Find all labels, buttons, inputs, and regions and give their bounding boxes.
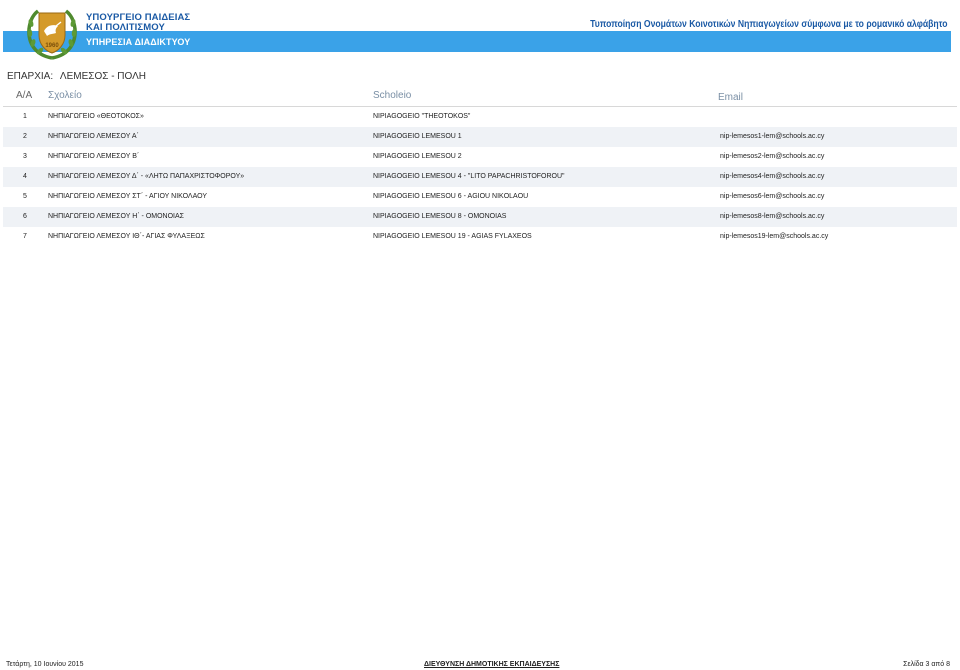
cell-aa: 7 [23,233,27,240]
report-page: 1960 ΥΠΟΥΡΓΕΙΟ ΠΑΙΔΕΙΑΣ ΚΑΙ ΠΟΛΙΤΙΣΜΟΥ Υ… [0,0,960,670]
cell-school: ΝΗΠΙΑΓΩΓΕΙΟ ΛΕΜΕΣΟΥ ΣΤ΄ - ΑΓΙΟΥ ΝΙΚΟΛΑΟΥ [48,193,208,200]
cell-aa: 2 [23,133,27,140]
service-name: ΥΠΗΡΕΣΙΑ ΔΙΑΔΙΚΤΥΟΥ [86,37,191,47]
cell-scholeio: NIPIAGOGEIO LEMESOU 19 - AGIAS FYLAXEOS [373,233,532,240]
column-header-email: Email [718,92,744,103]
cell-email[interactable]: nip-lemesos6-lem@schools.ac.cy [720,193,824,200]
column-header-school: Σχολείο [48,90,82,101]
column-header-aa: Α/Α [16,90,33,101]
table-row: 1 ΝΗΠΙΑΓΩΓΕΙΟ «ΘΕΟΤΟΚΟΣ» NIPIAGOGEIO "TH… [3,107,957,127]
cell-school: ΝΗΠΙΑΓΩΓΕΙΟ «ΘΕΟΤΟΚΟΣ» [48,113,144,120]
column-header-scholeio: Scholeio [373,90,412,101]
table-row: 6 ΝΗΠΙΑΓΩΓΕΙΟ ΛΕΜΕΣΟΥ Η΄ - ΟΜΟΝΟΙΑΣ NIPI… [3,207,957,227]
schools-table: Α/Α Σχολείο Scholeio Email 1 ΝΗΠΙΑΓΩΓΕΙΟ… [3,85,957,247]
cyprus-coat-of-arms-icon: 1960 [27,9,77,60]
report-header: 1960 ΥΠΟΥΡΓΕΙΟ ΠΑΙΔΕΙΑΣ ΚΑΙ ΠΟΛΙΤΙΣΜΟΥ Υ… [0,0,960,62]
cell-school: ΝΗΠΙΑΓΩΓΕΙΟ ΛΕΜΕΣΟΥ Η΄ - ΟΜΟΝΟΙΑΣ [48,213,184,220]
cell-scholeio: NIPIAGOGEIO LEMESOU 6 - AGIOU NIKOLAOU [373,193,529,200]
document-title: Τυποποίηση Ονομάτων Κοινοτικών Νηπιαγωγε… [590,19,948,30]
cell-aa: 6 [23,213,27,220]
cell-scholeio: NIPIAGOGEIO LEMESOU 4 - "LITO PAPACHRIST… [373,173,565,180]
cell-email[interactable]: nip-lemesos19-lem@schools.ac.cy [720,233,828,240]
svg-text:1960: 1960 [45,43,59,49]
district-label-value: ΛΕΜΕΣΟΣ - ΠΟΛΗ [59,71,147,82]
cell-aa: 4 [23,173,27,180]
table-header: Α/Α Σχολείο Scholeio Email [3,85,957,107]
cell-email[interactable]: nip-lemesos2-lem@schools.ac.cy [720,153,824,160]
cell-school: ΝΗΠΙΑΓΩΓΕΙΟ ΛΕΜΕΣΟΥ Β΄ [48,153,140,160]
cell-aa: 3 [23,153,27,160]
cell-email[interactable]: nip-lemesos1-lem@schools.ac.cy [720,133,824,140]
cell-email[interactable]: nip-lemesos4-lem@schools.ac.cy [720,173,824,180]
cell-school: ΝΗΠΙΑΓΩΓΕΙΟ ΛΕΜΕΣΟΥ Α΄ [48,133,139,140]
report-footer: Τετάρτη, 10 Ιουνίου 2015 ΔΙΕΥΘΥΝΣΗ ΔΗΜΟΤ… [0,660,960,670]
district-label: ΕΠΑΡΧΙΑ: ΛΕΜΕΣΟΣ - ΠΟΛΗ [7,71,146,82]
cell-scholeio: NIPIAGOGEIO LEMESOU 8 - OMONOIAS [373,213,507,220]
cell-email[interactable]: nip-lemesos8-lem@schools.ac.cy [720,213,824,220]
cell-scholeio: NIPIAGOGEIO LEMESOU 2 [373,153,462,160]
ministry-name-line2: ΚΑΙ ΠΟΛΙΤΙΣΜΟΥ [86,22,165,33]
district-label-key: ΕΠΑΡΧΙΑ: [7,71,54,82]
table-row: 5 ΝΗΠΙΑΓΩΓΕΙΟ ΛΕΜΕΣΟΥ ΣΤ΄ - ΑΓΙΟΥ ΝΙΚΟΛΑ… [3,187,957,207]
cell-scholeio: NIPIAGOGEIO LEMESOU 1 [373,133,462,140]
table-row: 2 ΝΗΠΙΑΓΩΓΕΙΟ ΛΕΜΕΣΟΥ Α΄ NIPIAGOGEIO LEM… [3,127,957,147]
footer-date: Τετάρτη, 10 Ιουνίου 2015 [6,661,84,668]
table-row: 3 ΝΗΠΙΑΓΩΓΕΙΟ ΛΕΜΕΣΟΥ Β΄ NIPIAGOGEIO LEM… [3,147,957,167]
cell-aa: 5 [23,193,27,200]
table-row: 7 ΝΗΠΙΑΓΩΓΕΙΟ ΛΕΜΕΣΟΥ ΙΘ΄- ΑΓΙΑΣ ΦΥΛΑΞΕΩ… [3,227,957,247]
cell-aa: 1 [23,113,27,120]
table-row: 4 ΝΗΠΙΑΓΩΓΕΙΟ ΛΕΜΕΣΟΥ Δ΄ - «ΛΗΤΩ ΠΑΠΑΧΡΙ… [3,167,957,187]
cell-school: ΝΗΠΙΑΓΩΓΕΙΟ ΛΕΜΕΣΟΥ ΙΘ΄- ΑΓΙΑΣ ΦΥΛΑΞΕΩΣ [48,233,205,240]
cell-scholeio: NIPIAGOGEIO "THEOTOKOS" [373,113,471,120]
cell-school: ΝΗΠΙΑΓΩΓΕΙΟ ΛΕΜΕΣΟΥ Δ΄ - «ΛΗΤΩ ΠΑΠΑΧΡΙΣΤ… [48,173,245,180]
footer-department: ΔΙΕΥΘΥΝΣΗ ΔΗΜΟΤΙΚΗΣ ΕΚΠΑΙΔΕΥΣΗΣ [424,661,560,668]
footer-page-number: Σελίδα 3 από 8 [903,661,950,668]
